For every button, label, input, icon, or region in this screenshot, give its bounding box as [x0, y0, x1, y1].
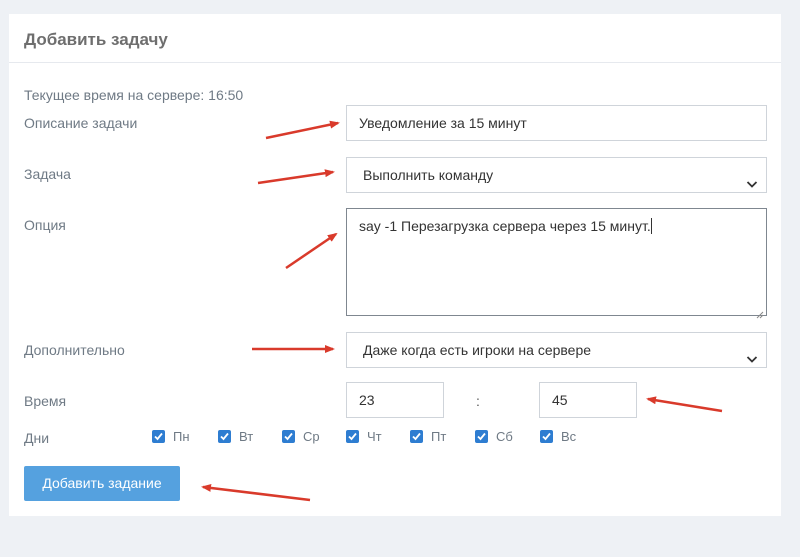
arrow-icon — [265, 120, 340, 140]
arrow-icon — [285, 232, 338, 270]
annotation-arrows — [201, 120, 723, 502]
arrow-icon — [257, 169, 335, 185]
arrow-icon — [646, 396, 723, 413]
arrow-icon — [201, 483, 311, 502]
